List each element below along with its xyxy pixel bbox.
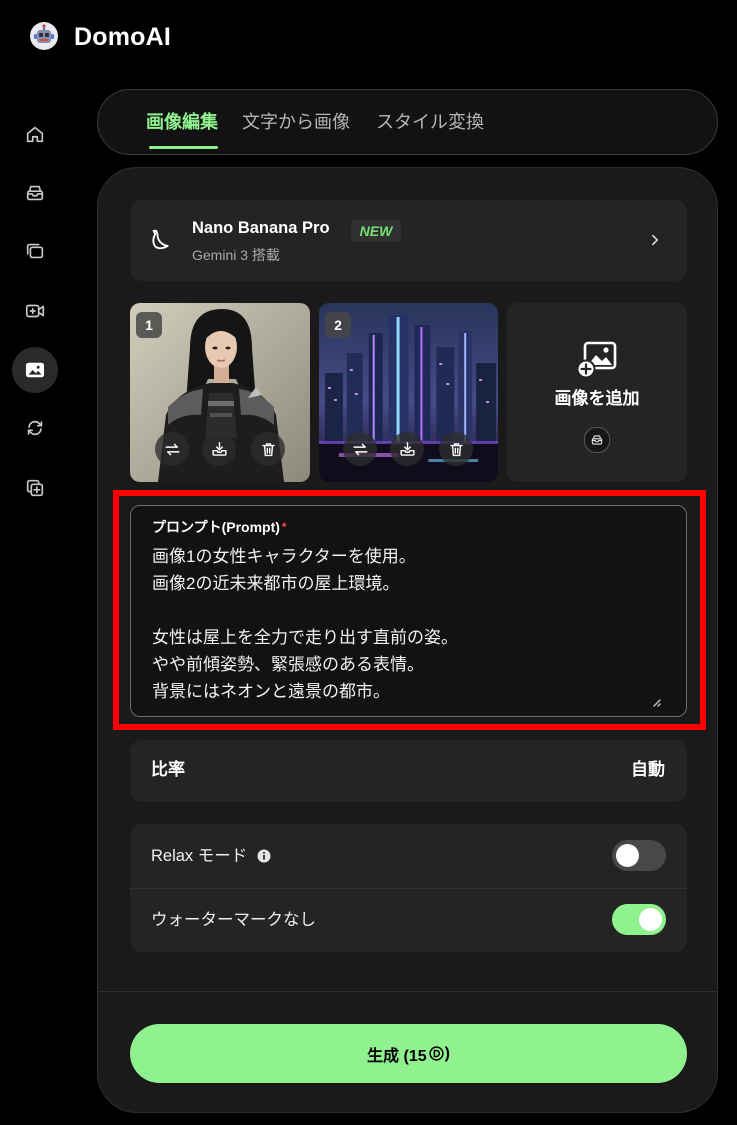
home-icon	[24, 123, 46, 145]
swap-icon	[163, 440, 182, 459]
toggle-knob	[639, 908, 662, 931]
sidebar-item-swap[interactable]	[12, 405, 58, 451]
aspect-ratio-label: 比率	[151, 760, 185, 779]
prompt-label: プロンプト(Prompt) *	[152, 518, 287, 536]
swap-image-button[interactable]	[155, 432, 189, 466]
relax-mode-row: Relax モード	[130, 824, 687, 888]
reference-image-1[interactable]: 1	[130, 303, 310, 482]
panel-divider	[98, 991, 717, 992]
relax-mode-label: Relax モード	[151, 847, 248, 865]
save-to-library-icon	[210, 440, 229, 459]
tab-text-to-image[interactable]: 文字から画像	[242, 111, 350, 133]
tab-image-edit[interactable]: 画像編集	[146, 111, 218, 133]
no-watermark-toggle[interactable]	[612, 904, 666, 935]
app-name: DomoAI	[74, 23, 172, 51]
aspect-ratio-selector[interactable]: 比率 自動	[130, 740, 687, 802]
aspect-ratio-value: 自動	[631, 760, 665, 779]
info-icon[interactable]	[257, 849, 271, 863]
swap-icon	[351, 440, 370, 459]
image-edit-panel: Nano Banana Pro NEW Gemini 3 搭載 1 2 画像を追…	[97, 167, 718, 1113]
generate-button[interactable]: 生成 (15 )	[130, 1024, 687, 1083]
delete-image-button[interactable]	[251, 432, 285, 466]
save-to-library-button[interactable]	[390, 432, 424, 466]
tab-style-transfer[interactable]: スタイル変換	[376, 111, 484, 133]
sidebar-item-home[interactable]	[12, 111, 58, 157]
reference-image-2[interactable]: 2	[319, 303, 498, 482]
relax-mode-toggle[interactable]	[612, 840, 666, 871]
resize-handle-icon[interactable]	[651, 697, 661, 707]
required-mark: *	[281, 520, 287, 534]
prompt-field: プロンプト(Prompt) * 画像1の女性キャラクターを使用。 画像2の近未来都…	[130, 505, 687, 717]
delete-image-button[interactable]	[439, 432, 473, 466]
banana-icon	[146, 227, 172, 253]
trash-icon	[447, 440, 466, 459]
app-root: DomoAI 画像編集 文字から画像 スタイル変換 Nano Banana Pr…	[0, 0, 737, 1125]
new-badge: NEW	[351, 220, 401, 242]
credit-coin-icon	[428, 1046, 444, 1061]
save-to-library-button[interactable]	[202, 432, 236, 466]
image-index-badge: 1	[136, 312, 162, 338]
model-subtitle: Gemini 3 搭載	[192, 247, 280, 263]
sidebar-item-copy-plus[interactable]	[12, 465, 58, 511]
library-tray-icon[interactable]	[584, 427, 610, 453]
sidebar-item-layers[interactable]	[12, 228, 58, 274]
tab-active-indicator	[149, 146, 218, 149]
no-watermark-label: ウォーターマークなし	[151, 911, 316, 929]
add-image-button[interactable]: 画像を追加	[507, 303, 687, 482]
sidebar-item-video[interactable]	[12, 288, 58, 334]
generate-label: 生成 (15	[367, 1047, 427, 1065]
chevron-right-icon	[646, 231, 664, 249]
image-icon	[24, 359, 46, 381]
relax-mode-label-wrap: Relax モード	[151, 845, 271, 867]
copy-plus-icon	[24, 477, 46, 499]
image-plus-icon	[576, 341, 618, 379]
generate-label-end: )	[444, 1044, 450, 1062]
toggle-knob	[616, 844, 639, 867]
robot-avatar-icon[interactable]	[29, 21, 59, 51]
save-to-library-icon	[398, 440, 417, 459]
sidebar-item-inbox[interactable]	[12, 170, 58, 216]
sidebar-item-image[interactable]	[12, 347, 58, 393]
model-selector[interactable]: Nano Banana Pro NEW Gemini 3 搭載	[130, 200, 687, 281]
video-plus-icon	[24, 300, 46, 322]
inbox-icon	[24, 182, 46, 204]
prompt-label-text: プロンプト(Prompt)	[152, 519, 280, 535]
settings-group: Relax モード ウォーターマークなし	[130, 824, 687, 952]
swap-refresh-icon	[24, 417, 46, 439]
prompt-textarea[interactable]: 画像1の女性キャラクターを使用。 画像2の近未来都市の屋上環境。 女性は屋上を全…	[152, 543, 667, 709]
trash-icon	[259, 440, 278, 459]
add-image-label: 画像を追加	[554, 389, 640, 408]
layers-icon	[24, 240, 46, 262]
model-name: Nano Banana Pro	[192, 219, 330, 237]
mode-tabs: 画像編集 文字から画像 スタイル変換	[97, 89, 718, 155]
no-watermark-row: ウォーターマークなし	[130, 888, 687, 952]
swap-image-button[interactable]	[343, 432, 377, 466]
image-index-badge: 2	[325, 312, 351, 338]
